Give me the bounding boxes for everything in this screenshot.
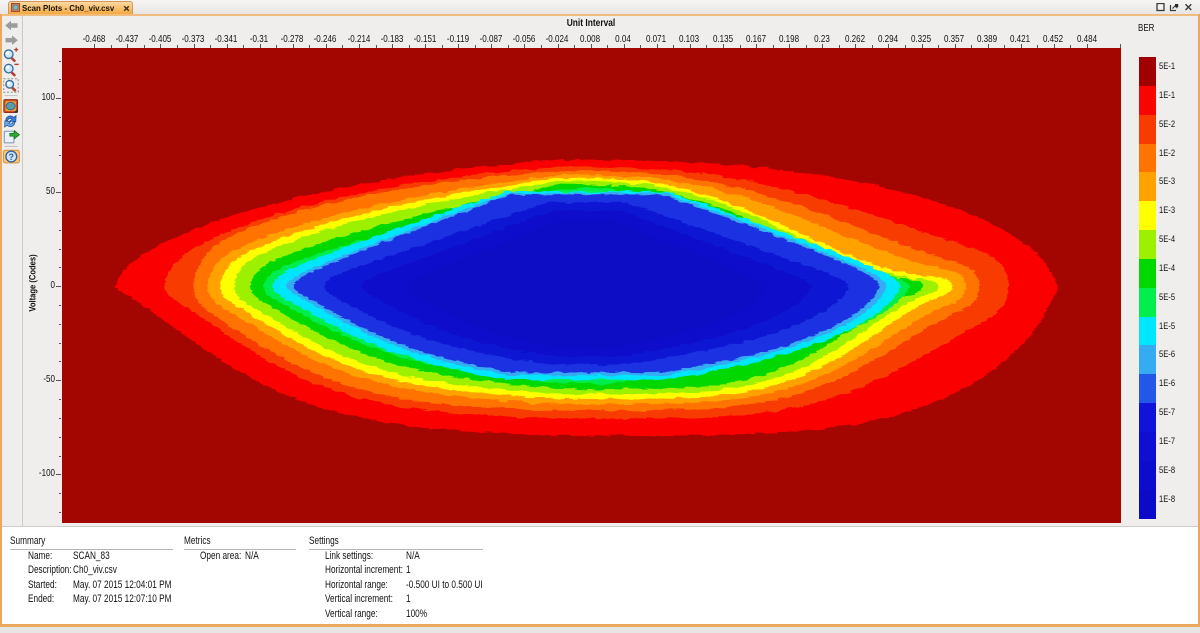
svg-text:?: ?	[9, 152, 15, 162]
